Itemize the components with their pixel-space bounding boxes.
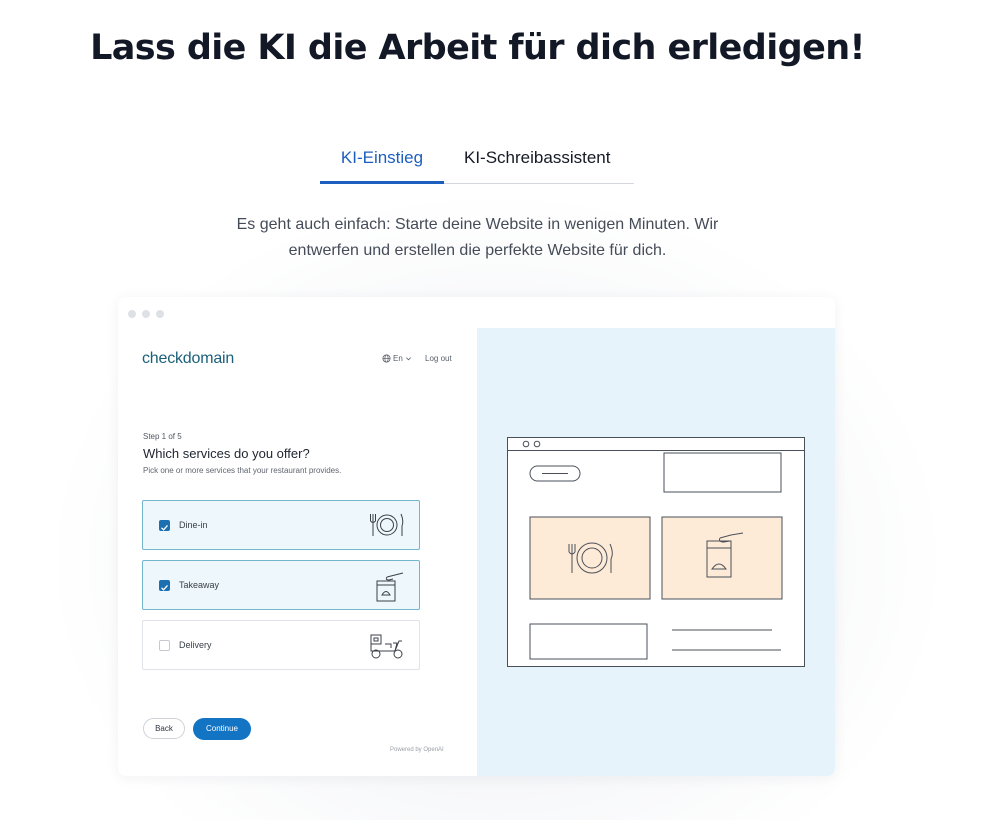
cutlery-plate-icon — [370, 513, 404, 536]
window-dot — [128, 310, 136, 318]
back-button[interactable]: Back — [143, 718, 185, 739]
language-selector[interactable]: En — [382, 354, 412, 363]
active-tab-indicator — [320, 181, 444, 184]
window-dots — [128, 310, 164, 318]
website-wireframe-illustration — [507, 437, 805, 667]
checkbox-checked[interactable] — [159, 520, 170, 531]
intro-text: Es geht auch einfach: Starte deine Websi… — [200, 212, 755, 264]
question-title: Which services do you offer? — [143, 446, 310, 461]
checkbox-unchecked[interactable] — [159, 640, 170, 651]
continue-button[interactable]: Continue — [193, 718, 251, 740]
checkmark-icon — [161, 524, 168, 531]
tab-ki-einstieg[interactable]: KI-Einstieg — [320, 148, 444, 168]
checkbox-checked[interactable] — [159, 580, 170, 591]
window-dot — [156, 310, 164, 318]
option-label: Dine-in — [179, 520, 208, 530]
option-takeaway[interactable]: Takeaway — [142, 560, 420, 610]
page-headline: Lass die KI die Arbeit für dich erledige… — [90, 28, 865, 68]
intro-line-1: Es geht auch einfach: Starte deine Websi… — [236, 216, 719, 233]
language-label: En — [393, 354, 403, 363]
tab-ki-schreibassistent[interactable]: KI-Schreibassistent — [464, 148, 610, 168]
window-dot — [142, 310, 150, 318]
step-indicator: Step 1 of 5 — [143, 432, 182, 441]
option-label: Takeaway — [179, 580, 220, 590]
option-delivery[interactable]: Delivery — [142, 620, 420, 670]
powered-by-label: Powered by OpenAI — [390, 747, 444, 753]
logout-link[interactable]: Log out — [425, 354, 452, 363]
browser-mockup: checkdomain En Log out Step 1 of 5 Which… — [118, 297, 835, 776]
checkdomain-logo: checkdomain — [142, 350, 235, 367]
delivery-scooter-icon — [370, 634, 403, 659]
checkmark-icon — [161, 584, 168, 591]
globe-icon — [382, 354, 391, 363]
intro-line-2: entwerfen und erstellen die perfekte Web… — [288, 242, 667, 259]
option-label: Delivery — [179, 640, 212, 650]
takeaway-bag-icon — [376, 572, 404, 602]
option-dine-in[interactable]: Dine-in — [142, 500, 420, 550]
chevron-down-icon — [405, 357, 411, 361]
question-hint: Pick one or more services that your rest… — [143, 466, 342, 475]
tab-bar: KI-Einstieg KI-Schreibassistent — [320, 138, 634, 184]
